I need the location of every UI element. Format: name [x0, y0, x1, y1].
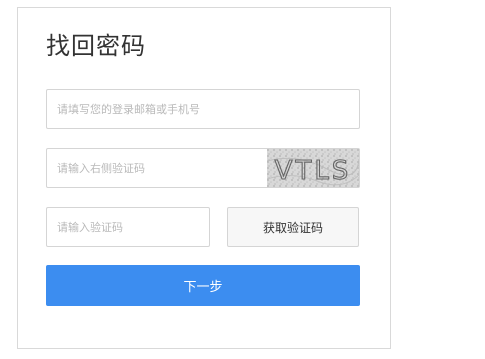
- captcha-text: VTLS: [275, 156, 352, 186]
- get-code-label: 获取验证码: [262, 220, 323, 235]
- image-captcha-field: VTLS: [46, 148, 360, 188]
- get-code-button[interactable]: 获取验证码: [227, 207, 359, 247]
- image-captcha-input[interactable]: [47, 149, 267, 187]
- captcha-image-graphic: VTLS: [267, 149, 359, 187]
- verification-code-input[interactable]: [46, 207, 210, 247]
- captcha-image[interactable]: VTLS: [267, 149, 359, 187]
- page-title: 找回密码: [46, 32, 146, 60]
- next-step-button[interactable]: 下一步: [46, 265, 360, 306]
- account-input[interactable]: [46, 89, 360, 129]
- next-step-label: 下一步: [183, 280, 223, 295]
